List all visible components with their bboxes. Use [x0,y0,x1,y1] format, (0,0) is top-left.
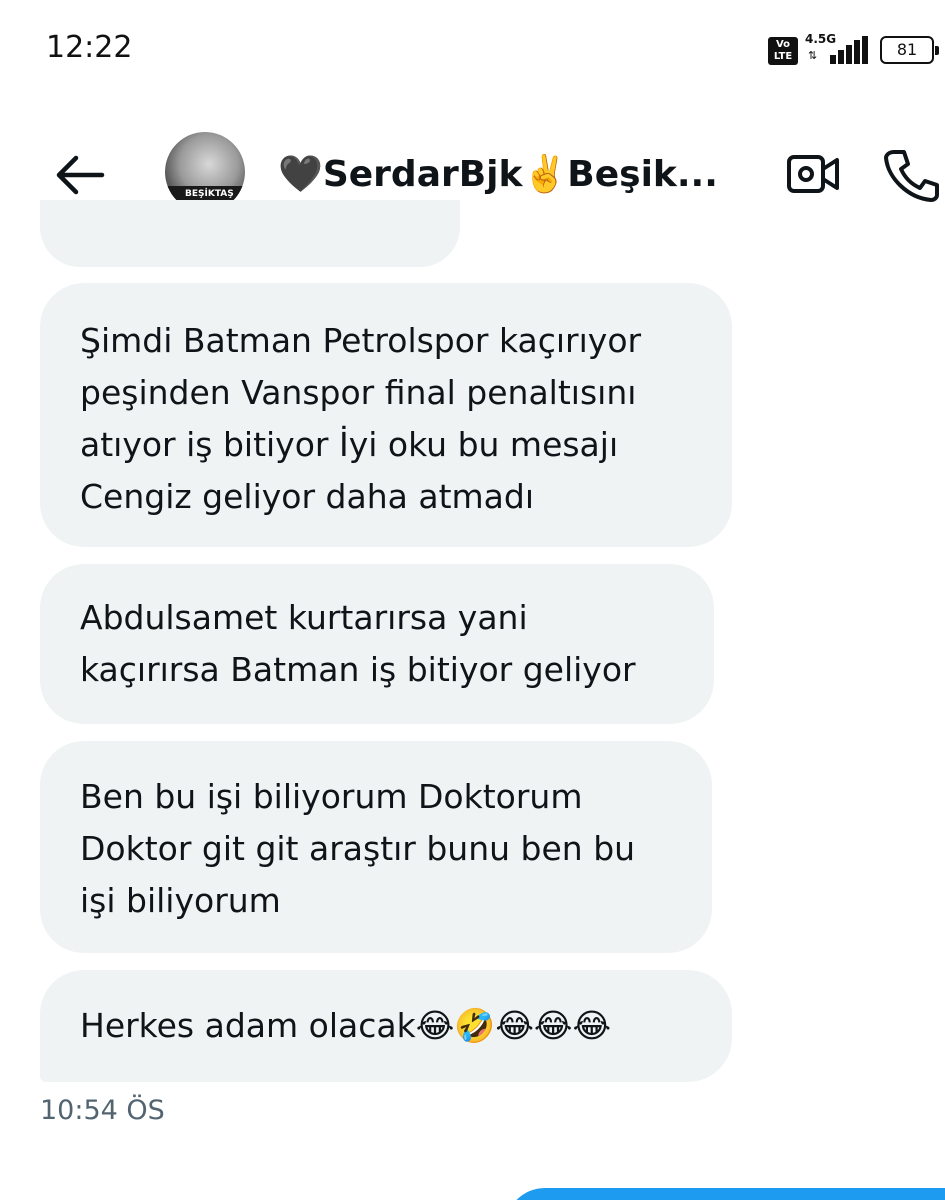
dm-conversation-screen: 12:22 Vo LTE 4.5G ⇅ 81 BEŞİKTAŞ 🖤SerdarB… [0,0,945,1200]
volte-label-bottom: LTE [773,51,793,62]
status-bar: 12:22 Vo LTE 4.5G ⇅ 81 [0,0,945,100]
battery-level: 81 [896,40,918,59]
battery-icon: 81 [880,36,939,64]
message-text-line: peşinden Vanspor final penaltısını [80,373,637,412]
status-time: 12:22 [46,30,133,65]
phone-icon [884,150,939,202]
contact-name[interactable]: 🖤SerdarBjk✌️Beşik... [278,152,758,198]
signal-strength-icon [830,36,870,64]
message-text-line: kaçırırsa Batman iş bitiyor geliyor [80,650,636,689]
back-button[interactable] [50,148,110,202]
volte-label-top: Vo [775,39,791,50]
arrow-left-icon [56,155,105,195]
message-text-line: işi biliyorum [80,881,281,920]
video-call-button[interactable] [785,148,841,200]
message-text-line: Cengiz geliyor daha atmadı [80,477,534,516]
message-text-line: Ben bu işi biliyorum Doktorum [80,777,583,816]
message-bubble[interactable]: Herkes adam olacak😂🤣😂😂😂 [40,970,732,1082]
message-bubble[interactable]: Şimdi Batman Petrolspor kaçırıyor peşind… [40,283,732,547]
sent-message-bubble-partial [505,1188,945,1200]
message-text-line: Abdulsamet kurtarırsa yani [80,598,528,637]
message-timestamp: 10:54 ÖS [40,1095,165,1126]
message-bubble[interactable]: Ben bu işi biliyorum Doktorum Doktor git… [40,741,712,953]
video-camera-icon [787,155,839,193]
data-arrows-icon: ⇅ [808,49,818,62]
message-bubble[interactable]: Abdulsamet kurtarırsa yani kaçırırsa Bat… [40,564,714,724]
message-bubble-partial [40,200,460,267]
volte-icon: Vo LTE [768,37,798,65]
message-text-line: Herkes adam olacak😂🤣😂😂😂 [80,1006,612,1045]
voice-call-button[interactable] [880,146,940,202]
message-text-line: atıyor iş bitiyor İyi oku bu mesajı [80,425,619,464]
message-text-line: Doktor git git araştır bunu ben bu [80,829,636,868]
message-text-line: Şimdi Batman Petrolspor kaçırıyor [80,321,642,360]
